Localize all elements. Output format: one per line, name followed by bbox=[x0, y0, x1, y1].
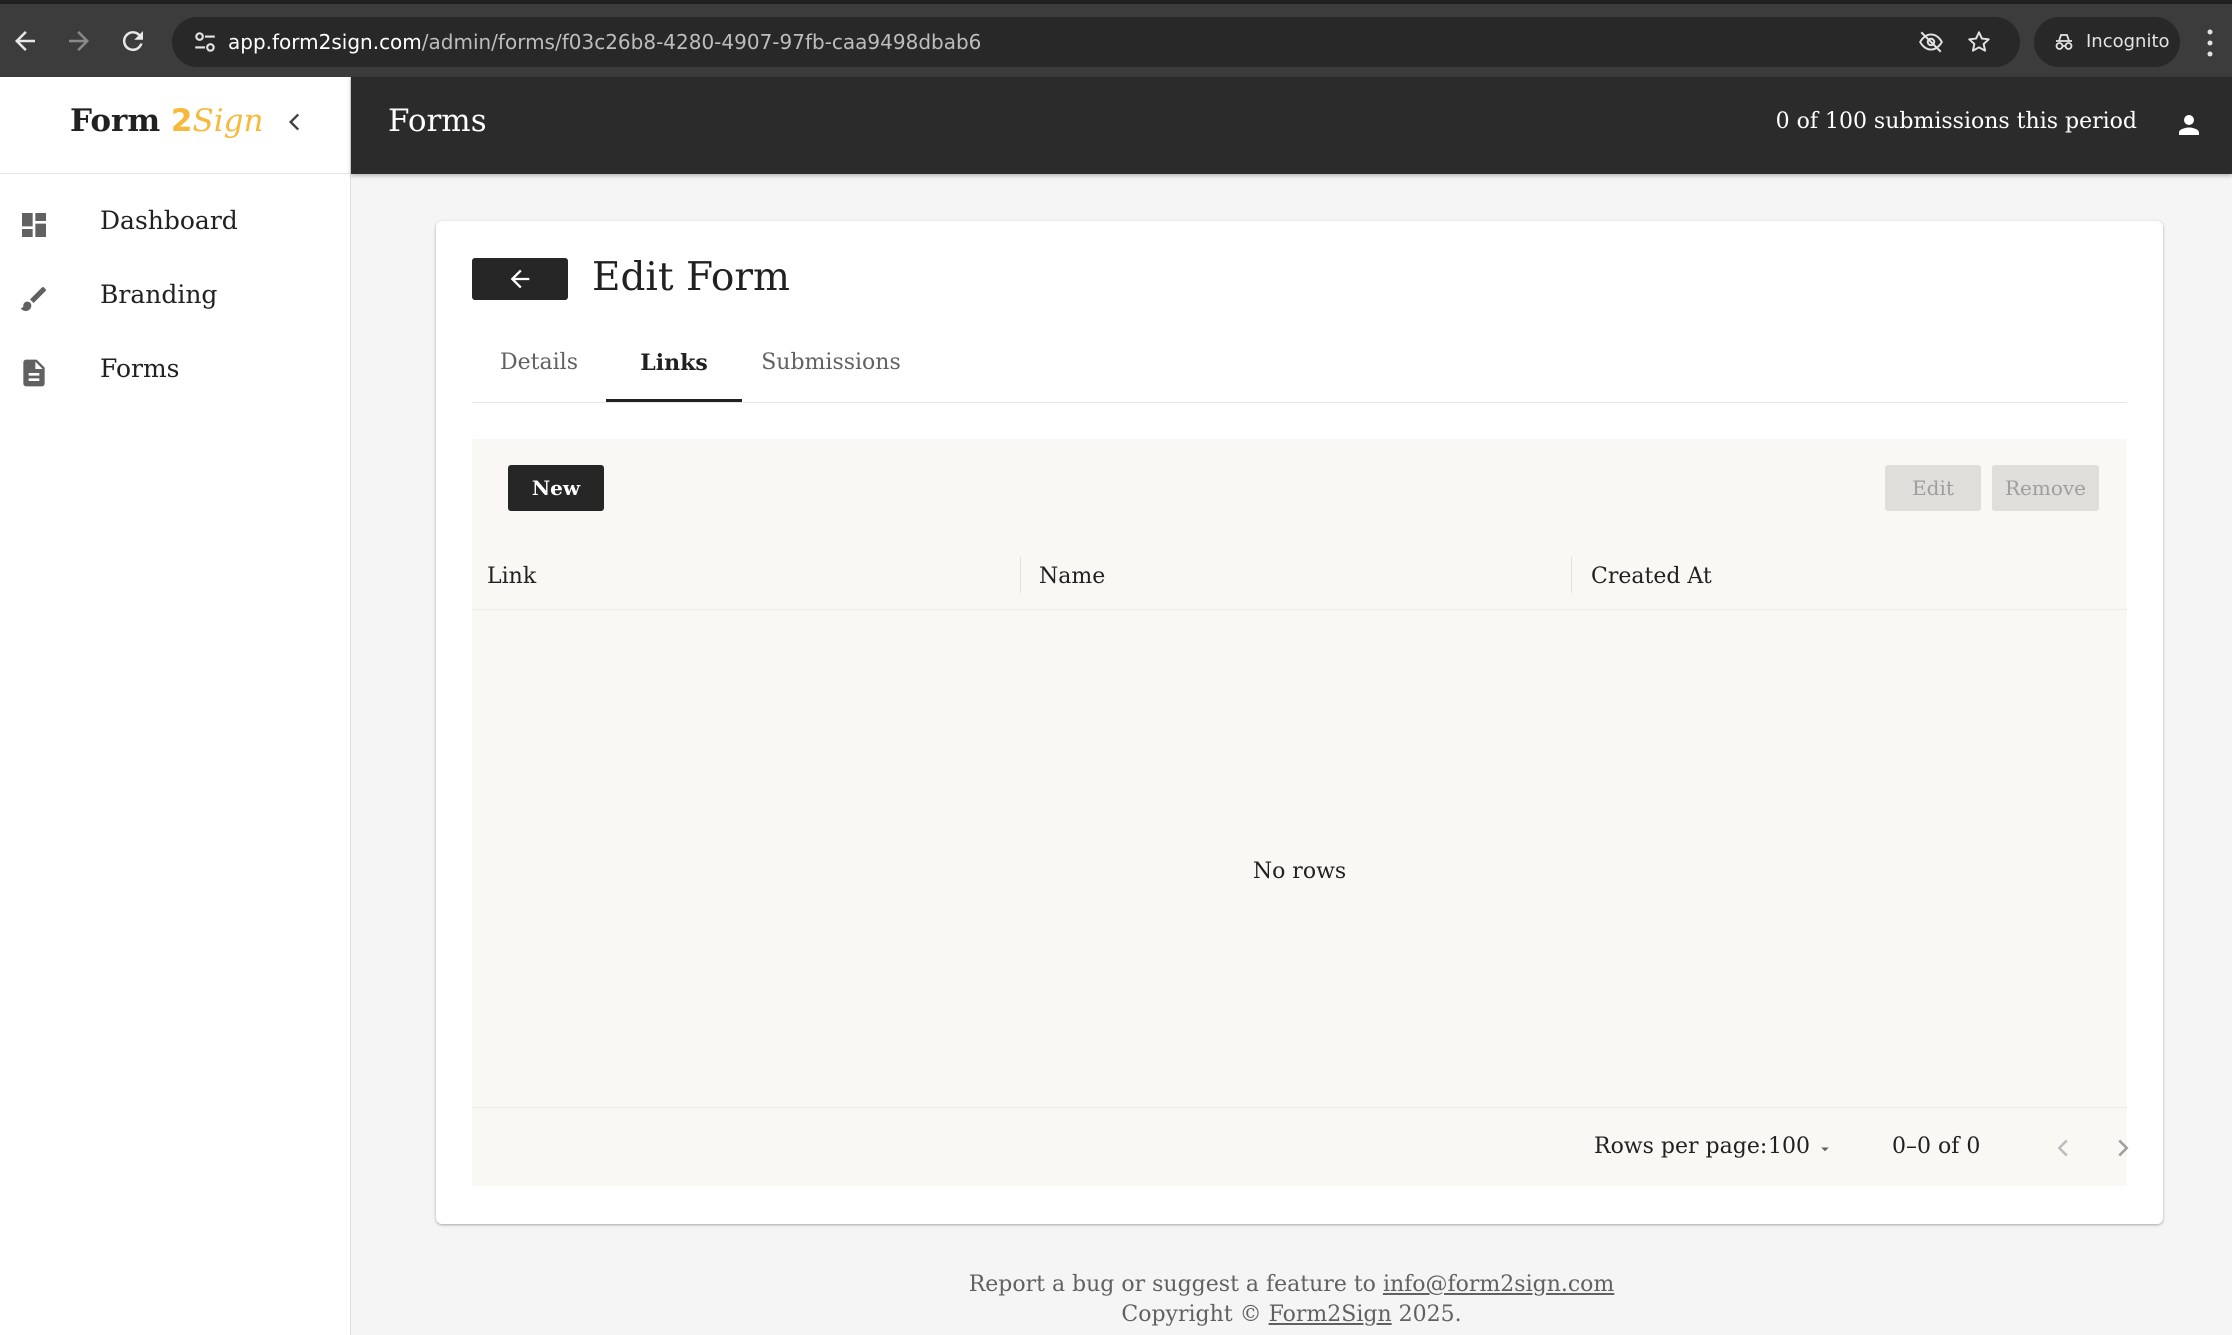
incognito-label: Incognito bbox=[2086, 31, 2170, 52]
bookmark-star-icon[interactable] bbox=[1966, 29, 1992, 55]
logo-text-form: Form bbox=[70, 103, 161, 139]
eye-off-icon[interactable] bbox=[1918, 29, 1944, 55]
browser-menu-icon[interactable] bbox=[2206, 28, 2214, 58]
rows-per-page-label: Rows per page: bbox=[1594, 1134, 1768, 1159]
submission-quota: 0 of 100 submissions this period bbox=[1775, 109, 2137, 134]
support-email-link[interactable]: info@form2sign.com bbox=[1383, 1272, 1614, 1297]
sidebar: Form 2Sign Dashboard Branding Forms bbox=[0, 77, 351, 1335]
dashboard-icon bbox=[22, 213, 46, 237]
page-footer: Report a bug or suggest a feature to inf… bbox=[351, 1270, 2232, 1330]
tab-details[interactable]: Details bbox=[472, 334, 606, 402]
sidebar-header: Form 2Sign bbox=[0, 77, 351, 174]
empty-state-text: No rows bbox=[1252, 859, 1347, 884]
dropdown-arrow-icon bbox=[1821, 1147, 1829, 1152]
incognito-indicator[interactable]: Incognito bbox=[2034, 17, 2180, 67]
copyright-prefix: Copyright © bbox=[1121, 1302, 1262, 1327]
new-link-button[interactable]: New bbox=[508, 465, 604, 511]
browser-toolbar: app.form2sign.com/admin/forms/f03c26b8-4… bbox=[0, 0, 2232, 77]
report-line: Report a bug or suggest a feature to inf… bbox=[351, 1270, 2232, 1300]
back-button[interactable] bbox=[472, 258, 568, 300]
app-bar: Forms 0 of 100 submissions this period bbox=[351, 77, 2232, 174]
column-separator[interactable] bbox=[1571, 557, 1572, 593]
url-text[interactable]: app.form2sign.com/admin/forms/f03c26b8-4… bbox=[228, 30, 981, 54]
arrow-left-icon bbox=[510, 269, 530, 289]
edit-link-button[interactable]: Edit bbox=[1885, 465, 1981, 511]
footer-divider bbox=[472, 1107, 2127, 1108]
report-text: Report a bug or suggest a feature to bbox=[968, 1272, 1376, 1297]
company-link[interactable]: Form2Sign bbox=[1269, 1302, 1392, 1327]
sidebar-item-label: Dashboard bbox=[100, 206, 238, 235]
back-arrow-icon[interactable] bbox=[10, 26, 40, 56]
remove-link-button[interactable]: Remove bbox=[1992, 465, 2099, 511]
edit-form-card: Edit Form Details Links Submissions New … bbox=[436, 221, 2163, 1224]
logo-text-sign: Sign bbox=[192, 103, 264, 139]
column-header-link[interactable]: Link bbox=[487, 564, 536, 589]
tab-links[interactable]: Links bbox=[606, 334, 742, 402]
url-path: /admin/forms/f03c26b8-4280-4907-97fb-caa… bbox=[421, 30, 982, 54]
sidebar-item-label: Branding bbox=[100, 280, 218, 309]
address-bar[interactable]: app.form2sign.com/admin/forms/f03c26b8-4… bbox=[172, 17, 2020, 67]
brush-icon bbox=[20, 287, 46, 311]
sidebar-item-label: Forms bbox=[100, 354, 180, 383]
logo-text-two: 2 bbox=[170, 103, 193, 139]
column-separator[interactable] bbox=[1020, 557, 1021, 593]
previous-page-icon[interactable] bbox=[2048, 1133, 2078, 1163]
rows-per-page-select[interactable]: 100 bbox=[1768, 1132, 1848, 1164]
account-icon[interactable] bbox=[2174, 110, 2204, 140]
copyright-year: 2025. bbox=[1398, 1302, 1462, 1327]
column-header-name[interactable]: Name bbox=[1039, 564, 1105, 589]
chevron-left-icon[interactable] bbox=[282, 109, 308, 135]
tab-bar: Details Links Submissions bbox=[472, 334, 2127, 403]
tab-submissions[interactable]: Submissions bbox=[742, 334, 920, 402]
form2sign-logo[interactable]: Form 2Sign bbox=[70, 103, 263, 139]
next-page-icon[interactable] bbox=[2108, 1133, 2138, 1163]
sidebar-item-forms[interactable]: Forms bbox=[0, 334, 351, 406]
site-settings-icon[interactable] bbox=[192, 29, 218, 55]
incognito-icon bbox=[2055, 34, 2073, 50]
page-title: Forms bbox=[388, 103, 487, 139]
document-icon bbox=[23, 359, 45, 387]
reload-icon[interactable] bbox=[118, 26, 148, 56]
sidebar-item-dashboard[interactable]: Dashboard bbox=[0, 186, 351, 258]
sidebar-item-branding[interactable]: Branding bbox=[0, 260, 351, 332]
copyright-line: Copyright © Form2Sign 2025. bbox=[351, 1300, 2232, 1330]
header-divider bbox=[472, 609, 2127, 610]
rows-per-page-value: 100 bbox=[1768, 1134, 1810, 1159]
links-data-grid: New Edit Remove Link Name Created At No … bbox=[472, 439, 2129, 1186]
url-host: app.form2sign.com bbox=[228, 30, 422, 54]
forward-arrow-icon[interactable] bbox=[64, 26, 94, 56]
pagination-range: 0–0 of 0 bbox=[1892, 1134, 1981, 1159]
column-header-created-at[interactable]: Created At bbox=[1591, 564, 1712, 589]
card-title: Edit Form bbox=[592, 255, 791, 300]
